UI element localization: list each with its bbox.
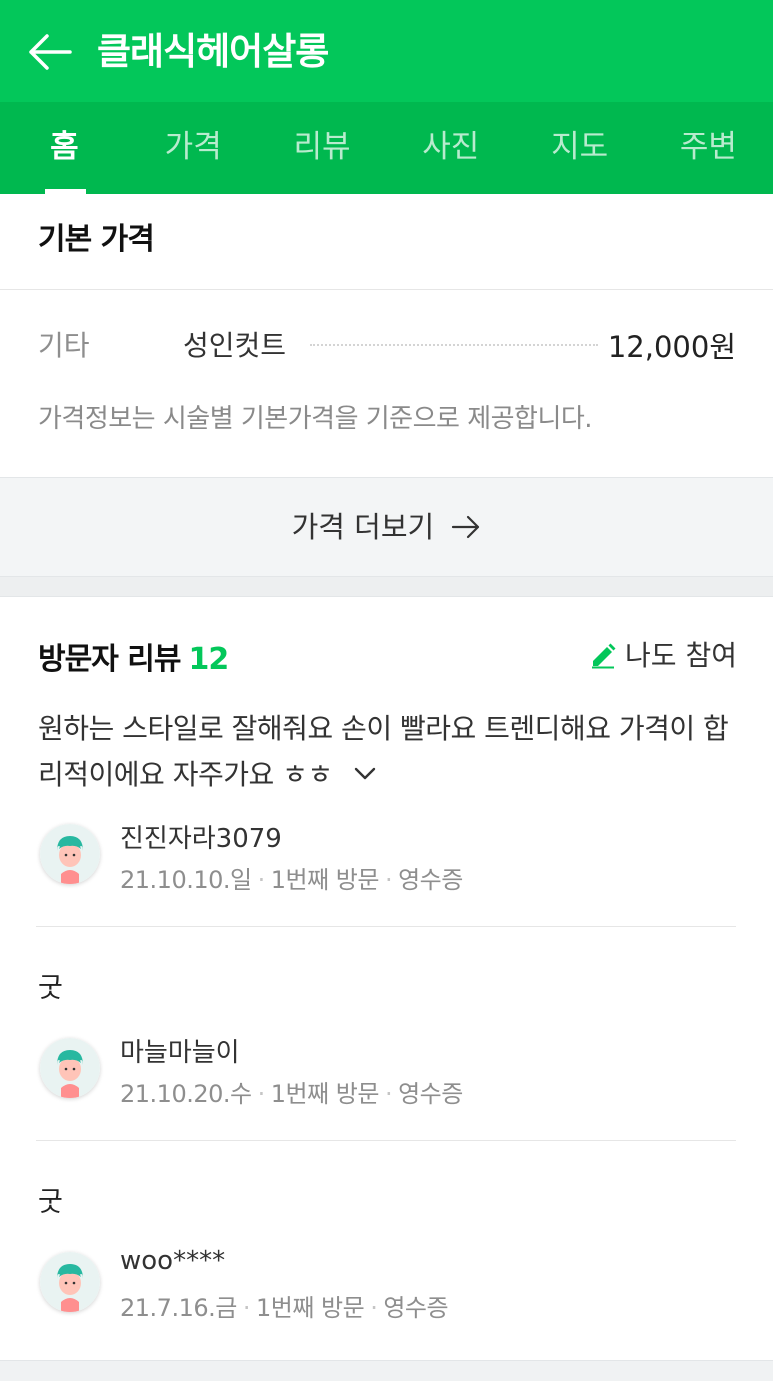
reviewer-name[interactable]: 진진자라3079: [120, 818, 282, 855]
review-visit: 1번째 방문: [255, 1294, 365, 1322]
review-item: 굿 woo**** 21.7.16.금 · 1번째 방문 · 영수증: [38, 1180, 736, 1330]
meta-separator: ·: [257, 1080, 266, 1108]
review-keywords: 원하는 스타일로 잘해줘요 손이 빨라요 트렌디해요 가격이 합리적이에요 자주…: [38, 706, 738, 798]
review-text: 굿: [38, 973, 63, 1004]
meta-separator: ·: [384, 866, 393, 894]
divider: [36, 926, 736, 927]
price-row: 기타 성인컷트 12,000원: [38, 318, 736, 368]
review-title-label: 방문자 리뷰: [38, 642, 181, 677]
price-item-name: 성인컷트: [183, 329, 287, 362]
dotted-leader: [310, 344, 598, 346]
tab-price[interactable]: 가격: [129, 102, 258, 194]
avatar: [40, 1252, 100, 1312]
section-gap: [0, 1360, 773, 1381]
review-date: 21.10.20.수: [120, 1080, 252, 1108]
arrow-left-icon: [29, 34, 72, 70]
review-item: 굿 마늘마늘이 21.10.20.수 · 1번째 방문 · 영수증: [38, 966, 736, 1116]
reviewer-name[interactable]: woo****: [120, 1246, 225, 1276]
divider: [36, 1140, 736, 1141]
tab-photo[interactable]: 사진: [386, 102, 515, 194]
divider: [0, 289, 773, 290]
avatar-icon: [40, 1038, 100, 1098]
app-bar: 클래식헤어살롱: [0, 0, 773, 102]
price-more-label: 가격 더보기: [291, 510, 435, 544]
review-visit: 1번째 방문: [270, 1080, 380, 1108]
price-more-button[interactable]: 가격 더보기: [0, 477, 773, 577]
meta-separator: ·: [242, 1294, 251, 1322]
pencil-icon: [592, 643, 616, 669]
tab-nearby[interactable]: 주변: [644, 102, 773, 194]
review-receipt: 영수증: [383, 1294, 449, 1322]
tab-review[interactable]: 리뷰: [258, 102, 387, 194]
tab-bar: 홈 가격 리뷰 사진 지도 주변: [0, 102, 773, 194]
join-label: 나도 참여: [625, 639, 737, 672]
meta-separator: ·: [384, 1080, 393, 1108]
chevron-down-icon[interactable]: [353, 765, 377, 781]
arrow-right-icon: [452, 515, 480, 539]
meta-separator: ·: [370, 1294, 378, 1322]
back-button[interactable]: [26, 32, 72, 72]
avatar: [40, 824, 100, 884]
meta-separator: ·: [257, 866, 266, 894]
page-title: 클래식헤어살롱: [97, 30, 329, 73]
keywords-text: 원하는 스타일로 잘해줘요 손이 빨라요 트렌디해요 가격이 합리적이에요 자주…: [38, 712, 729, 791]
review-count: 12: [188, 642, 229, 677]
reviewer-name[interactable]: 마늘마늘이: [120, 1032, 240, 1069]
review-meta: 21.10.20.수 · 1번째 방문 · 영수증: [120, 1074, 463, 1109]
review-text: 굿: [38, 1187, 63, 1218]
tab-home[interactable]: 홈: [0, 102, 129, 194]
review-section-title: 방문자 리뷰 12: [38, 634, 229, 678]
review-date: 21.7.16.금: [120, 1294, 237, 1322]
avatar-icon: [40, 1252, 100, 1312]
price-section-title: 기본 가격: [38, 222, 155, 257]
price-value: 12,000원: [607, 330, 736, 364]
review-date: 21.10.10.일: [120, 866, 252, 894]
review-receipt: 영수증: [398, 1080, 463, 1108]
section-gap: [0, 577, 773, 597]
avatar: [40, 1038, 100, 1098]
tab-map[interactable]: 지도: [515, 102, 644, 194]
review-meta: 21.10.10.일 · 1번째 방문 · 영수증: [120, 860, 463, 895]
avatar-icon: [40, 824, 100, 884]
review-item: 진진자라3079 21.10.10.일 · 1번째 방문 · 영수증: [38, 812, 736, 902]
join-review-button[interactable]: 나도 참여: [589, 634, 737, 674]
price-note: 가격정보는 시술별 기본가격을 기준으로 제공합니다.: [38, 404, 593, 434]
review-meta: 21.7.16.금 · 1번째 방문 · 영수증: [120, 1288, 449, 1323]
review-receipt: 영수증: [398, 866, 463, 894]
review-visit: 1번째 방문: [270, 866, 380, 894]
price-category: 기타: [38, 329, 90, 362]
